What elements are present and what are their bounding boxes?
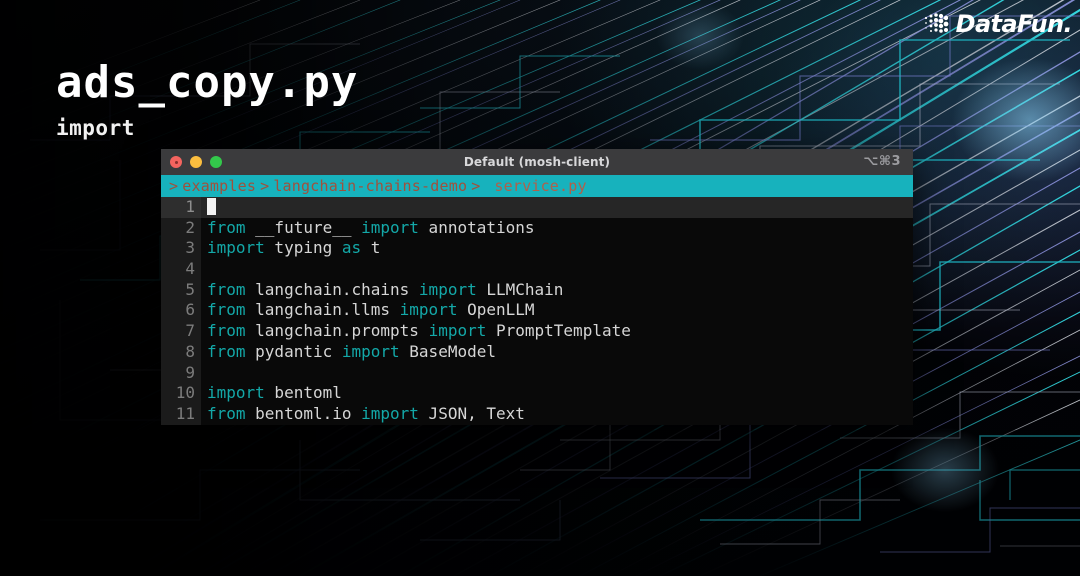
code-line-text[interactable]: import typing as t <box>201 238 913 260</box>
code-identifier: BaseModel <box>399 341 496 361</box>
code-identifier: langchain.chains <box>245 279 419 299</box>
code-line[interactable]: 3 import typing as t <box>161 238 913 260</box>
breadcrumb-separator: > <box>169 177 179 195</box>
code-identifier: __future__ <box>245 217 362 237</box>
code-line[interactable]: 8 from pydantic import BaseModel <box>161 341 913 363</box>
breadcrumb-current-file[interactable]: service.py <box>484 177 586 195</box>
code-line-text[interactable] <box>201 362 913 384</box>
code-line[interactable]: 2 from __future__ import annotations <box>161 217 913 239</box>
datafun-logo: DataFun. <box>923 10 1073 38</box>
code-line-text[interactable]: from langchain.prompts import PromptTemp… <box>201 321 913 342</box>
code-keyword: import <box>361 403 419 423</box>
code-line-text[interactable]: from langchain.chains import LLMChain <box>201 279 913 301</box>
line-number: 11 <box>161 403 201 425</box>
code-identifier: OpenLLM <box>457 300 535 320</box>
code-keyword: from <box>207 279 246 299</box>
breadcrumb-separator: > <box>260 177 270 195</box>
close-window-button[interactable] <box>170 156 182 168</box>
breadcrumb-segment-langchain-chains-demo[interactable]: langchain-chains-demo <box>273 177 467 195</box>
code-keyword: from <box>207 217 246 237</box>
line-number: 5 <box>161 279 201 301</box>
traffic-light-controls[interactable] <box>170 149 222 175</box>
code-identifier: JSON, Text <box>418 403 525 423</box>
code-identifier: bentoml.io <box>245 403 362 423</box>
code-line[interactable]: 4 <box>161 259 913 280</box>
breadcrumb[interactable]: > examples > langchain-chains-demo > service.… <box>161 175 913 197</box>
code-line-text[interactable] <box>201 197 913 218</box>
line-number: 8 <box>161 341 201 363</box>
code-line[interactable]: 6 from langchain.llms import OpenLLM <box>161 300 913 322</box>
slide-canvas: ads_copy.py import DataFun. Default (mos… <box>0 0 1080 576</box>
code-line[interactable]: 11 from bentoml.io import JSON, Text <box>161 403 913 425</box>
code-line[interactable]: 1 <box>161 197 913 218</box>
line-number: 6 <box>161 300 201 322</box>
line-number: 1 <box>161 197 201 218</box>
code-identifier: pydantic <box>245 341 342 361</box>
code-line-text[interactable]: from pydantic import BaseModel <box>201 341 913 363</box>
window-titlebar[interactable]: Default (mosh-client) ⌥⌘3 <box>161 149 913 175</box>
code-identifier: bentoml <box>264 383 342 403</box>
text-cursor <box>207 198 216 215</box>
code-editor-pane[interactable]: 1 2 from __future__ import annotations 3 imp… <box>161 197 913 425</box>
code-keyword: import <box>418 279 477 299</box>
page-subtitle: import <box>56 116 135 140</box>
headline-block: ads_copy.py import <box>56 57 358 141</box>
code-keyword: as <box>341 238 362 258</box>
code-identifier: langchain.prompts <box>245 321 429 341</box>
code-keyword: import <box>399 300 458 320</box>
code-keyword: from <box>207 321 246 341</box>
window-shortcut-hint: ⌥⌘3 <box>863 154 901 169</box>
code-keyword: from <box>207 300 246 320</box>
minimize-window-button[interactable] <box>190 156 202 168</box>
code-identifier: PromptTemplate <box>486 321 631 341</box>
window-title: Default (mosh-client) <box>463 155 611 169</box>
code-line[interactable]: 5 from langchain.chains import LLMChain <box>161 279 913 301</box>
code-line-text[interactable]: from __future__ import annotations <box>201 217 913 239</box>
brand-wordmark: DataFun. <box>955 10 1073 38</box>
code-line[interactable]: 10 import bentoml <box>161 383 913 404</box>
code-line[interactable]: 7 from langchain.prompts import PromptTem… <box>161 321 913 342</box>
code-identifier: t <box>361 238 381 258</box>
breadcrumb-segment-examples[interactable]: examples <box>182 177 256 195</box>
code-line[interactable]: 9 <box>161 362 913 384</box>
code-keyword: import <box>428 321 487 341</box>
page-title: ads_copy.py <box>56 57 359 108</box>
line-number: 2 <box>161 217 201 239</box>
code-line-text[interactable] <box>201 259 913 280</box>
line-number: 3 <box>161 238 201 260</box>
line-number: 9 <box>161 362 201 384</box>
terminal-window[interactable]: Default (mosh-client) ⌥⌘3 > examples > lang… <box>161 149 913 425</box>
code-keyword: import <box>207 383 265 403</box>
code-identifier: langchain.llms <box>245 300 400 320</box>
code-identifier: annotations <box>418 217 535 237</box>
code-keyword: from <box>207 341 246 361</box>
code-identifier: LLMChain <box>476 279 564 299</box>
code-identifier: typing <box>264 238 342 258</box>
breadcrumb-separator: > <box>471 177 481 195</box>
code-keyword: import <box>207 238 265 258</box>
code-keyword: import <box>341 341 400 361</box>
code-keyword: from <box>207 403 246 423</box>
code-line-text[interactable]: from bentoml.io import JSON, Text <box>201 403 913 425</box>
line-number: 4 <box>161 259 201 280</box>
code-keyword: import <box>361 217 419 237</box>
dotted-halftone-icon <box>924 13 949 33</box>
line-number: 7 <box>161 321 201 342</box>
line-number: 10 <box>161 383 201 404</box>
code-line-text[interactable]: from langchain.llms import OpenLLM <box>201 300 913 322</box>
maximize-window-button[interactable] <box>210 156 222 168</box>
code-line-text[interactable]: import bentoml <box>201 383 913 404</box>
